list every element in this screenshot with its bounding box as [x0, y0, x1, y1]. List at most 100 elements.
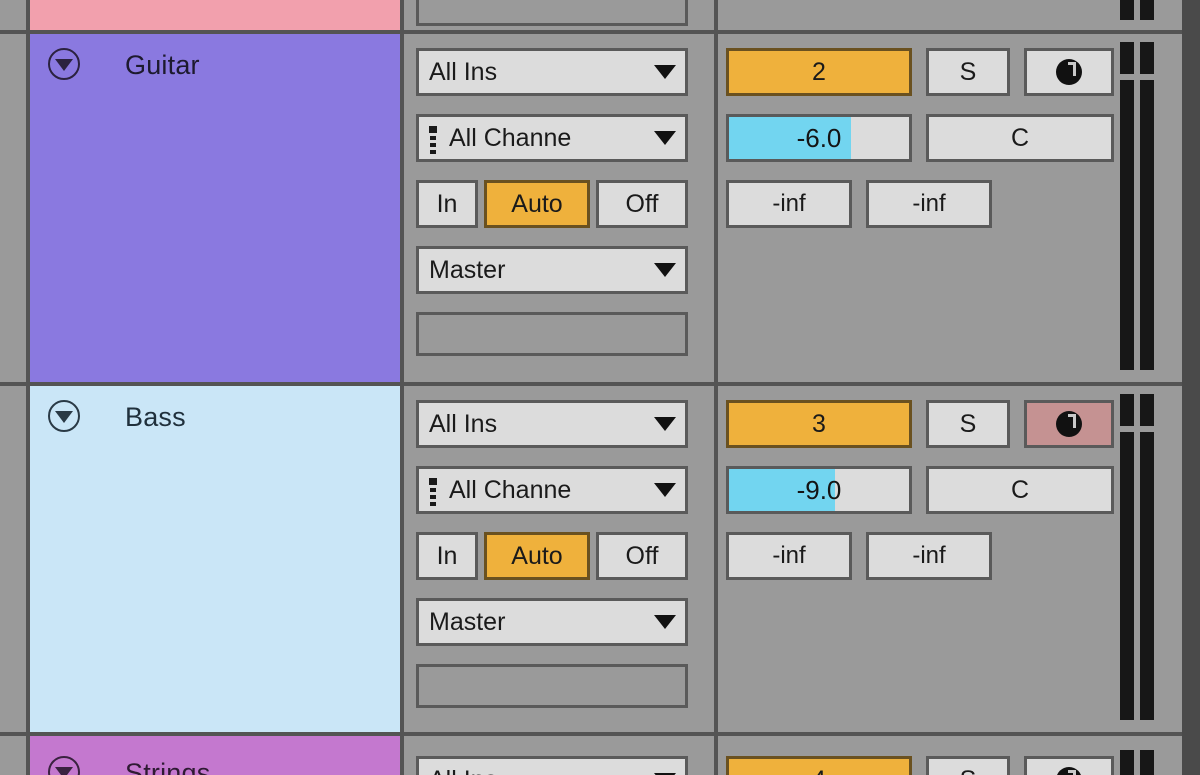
input-type-chooser[interactable]: All Ins [416, 756, 688, 775]
record-arm-midi-note-icon [1056, 411, 1082, 437]
monitor-off-button[interactable]: Off [596, 180, 688, 228]
input-type-chooser[interactable]: All Ins [416, 400, 688, 448]
track-row [0, 0, 1200, 30]
track-color-block[interactable]: Strings [30, 736, 400, 775]
volume-value: -6.0 [796, 122, 842, 153]
output-type-chooser[interactable]: Master [416, 598, 688, 646]
track-name-column[interactable] [30, 0, 404, 30]
track-mixer-column: 2 S -6.0 C -inf -inf [718, 34, 1200, 382]
meter-bar-left [1120, 0, 1134, 20]
track-name-column[interactable]: Bass [30, 386, 404, 732]
meter-clip-right[interactable] [1140, 750, 1154, 775]
monitor-in-label: In [436, 189, 458, 218]
track-number-label: 3 [812, 409, 826, 438]
solo-button[interactable]: S [926, 400, 1010, 448]
track-mixer-column: 4 S [718, 736, 1200, 775]
output-type-value: Master [429, 607, 506, 636]
peak-right-display[interactable]: -inf [866, 180, 992, 228]
peak-right-value: -inf [912, 190, 946, 217]
arm-record-button[interactable] [1024, 756, 1114, 775]
track-gutter [0, 0, 30, 30]
arm-record-button[interactable] [1024, 400, 1114, 448]
midi-dots-icon [429, 126, 437, 154]
track-io-column: All Ins All Channe In Auto Off Master [404, 34, 718, 382]
peak-left-display[interactable]: -inf [726, 180, 852, 228]
midi-dots-icon [429, 478, 437, 506]
panel-right-edge [1182, 0, 1200, 775]
monitor-auto-button[interactable]: Auto [484, 532, 590, 580]
track-number-label: 4 [812, 766, 826, 775]
chevron-down-icon [654, 417, 676, 431]
monitor-off-button[interactable]: Off [596, 532, 688, 580]
monitor-in-button[interactable]: In [416, 532, 478, 580]
input-type-chooser[interactable]: All Ins [416, 48, 688, 96]
volume-slider[interactable]: -6.0 [726, 114, 912, 162]
monitor-in-button[interactable]: In [416, 180, 478, 228]
solo-button[interactable]: S [926, 756, 1010, 775]
track-row: Strings All Ins 4 S [0, 736, 1200, 775]
track-mixer-column [718, 0, 1200, 30]
peak-right-value: -inf [912, 542, 946, 569]
track-meter [1116, 750, 1158, 775]
track-name-label[interactable]: Guitar [125, 50, 200, 81]
meter-clip-left[interactable] [1120, 394, 1134, 426]
solo-label: S [960, 766, 977, 775]
fold-toggle-icon[interactable] [48, 756, 80, 775]
track-name-label[interactable]: Strings [125, 758, 210, 775]
track-mixer-column: 3 S -9.0 C -inf -inf [718, 386, 1200, 732]
pan-slider[interactable]: C [926, 466, 1114, 514]
track-activator-button[interactable]: 3 [726, 400, 912, 448]
track-meter [1116, 394, 1158, 722]
track-activator-button[interactable]: 4 [726, 756, 912, 775]
meter-clip-left[interactable] [1120, 42, 1134, 74]
output-channel-chooser[interactable] [416, 0, 688, 26]
output-type-chooser[interactable]: Master [416, 246, 688, 294]
volume-slider[interactable]: -9.0 [726, 466, 912, 514]
track-gutter [0, 386, 30, 732]
monitor-in-label: In [436, 541, 458, 570]
meter-bar-left [1120, 80, 1134, 370]
track-meter [1116, 42, 1158, 372]
pan-value: C [1010, 475, 1030, 504]
input-channel-chooser[interactable]: All Channe [416, 114, 688, 162]
output-channel-chooser[interactable] [416, 664, 688, 708]
solo-label: S [959, 57, 977, 86]
meter-clip-right[interactable] [1140, 42, 1154, 74]
input-channel-value: All Channe [449, 475, 572, 504]
track-io-column [404, 0, 718, 30]
track-name-label[interactable]: Bass [125, 402, 186, 433]
track-name-column[interactable]: Guitar [30, 34, 404, 382]
monitor-auto-label: Auto [511, 541, 563, 570]
track-color-block[interactable]: Bass [30, 386, 400, 732]
peak-left-value: -inf [772, 542, 806, 569]
track-gutter [0, 34, 30, 382]
input-channel-value: All Channe [449, 123, 572, 152]
peak-left-display[interactable]: -inf [726, 532, 852, 580]
input-channel-chooser[interactable]: All Channe [416, 466, 688, 514]
meter-bar-left [1120, 432, 1134, 720]
track-header-panel: Guitar All Ins All Channe In Auto Off Ma… [0, 0, 1200, 775]
pan-slider[interactable]: C [926, 114, 1114, 162]
fold-toggle-icon[interactable] [48, 400, 80, 432]
peak-right-display[interactable]: -inf [866, 532, 992, 580]
chevron-down-icon [654, 131, 676, 145]
fold-toggle-icon[interactable] [48, 48, 80, 80]
meter-clip-right[interactable] [1140, 394, 1154, 426]
chevron-down-icon [654, 65, 676, 79]
track-color-block[interactable]: Guitar [30, 34, 400, 382]
solo-label: S [959, 409, 977, 438]
monitor-auto-label: Auto [511, 189, 563, 218]
monitor-off-label: Off [625, 189, 659, 218]
meter-clip-left[interactable] [1120, 750, 1134, 775]
output-type-value: Master [429, 255, 506, 284]
input-type-value: All Ins [419, 766, 497, 775]
arm-record-button[interactable] [1024, 48, 1114, 96]
track-name-column[interactable]: Strings [30, 736, 404, 775]
meter-bar-right [1140, 432, 1154, 720]
monitor-auto-button[interactable]: Auto [484, 180, 590, 228]
chevron-down-icon [654, 263, 676, 277]
track-color-block[interactable] [30, 0, 400, 30]
solo-button[interactable]: S [926, 48, 1010, 96]
output-channel-chooser[interactable] [416, 312, 688, 356]
track-activator-button[interactable]: 2 [726, 48, 912, 96]
